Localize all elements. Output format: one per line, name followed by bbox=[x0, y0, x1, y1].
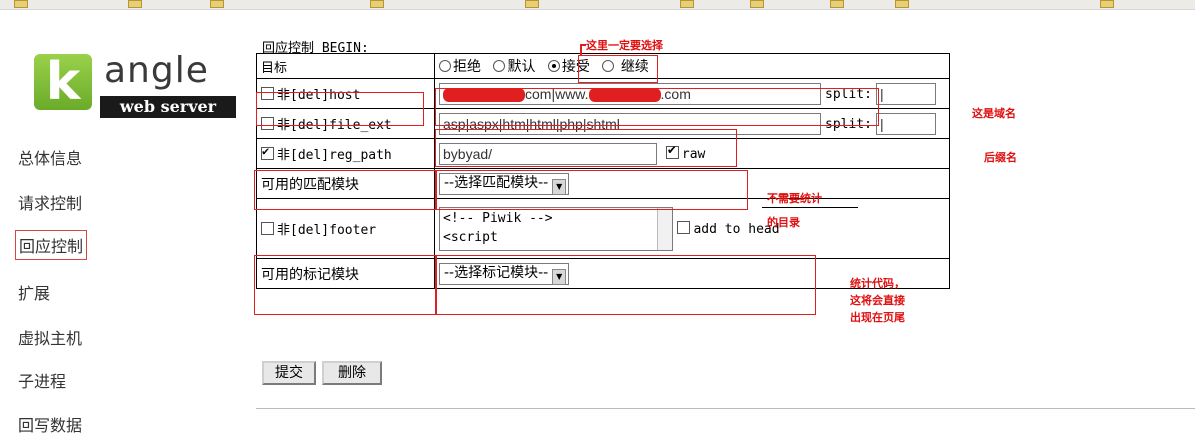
footer-checkbox[interactable] bbox=[261, 222, 274, 235]
delete-button[interactable]: 删除 bbox=[322, 361, 382, 385]
annotation-no-stats-1: 不需要统计 bbox=[767, 192, 822, 205]
toolbar-icon[interactable] bbox=[895, 0, 909, 8]
sidebar-item-writeback[interactable]: 回写数据 bbox=[18, 412, 82, 436]
footer-text-line1: <!-- Piwik --> bbox=[443, 210, 553, 226]
toolbar-icon[interactable] bbox=[1100, 0, 1114, 8]
sidebar-item-virtual-host[interactable]: 虚拟主机 bbox=[18, 325, 82, 349]
sidebar-item-request-control[interactable]: 请求控制 bbox=[18, 190, 82, 214]
host-split-input[interactable]: | bbox=[875, 82, 936, 105]
radio-default[interactable]: 默认 bbox=[493, 59, 535, 75]
sidebar-item-subprocess[interactable]: 子进程 bbox=[18, 368, 66, 392]
annotation-suffix: 后缀名 bbox=[984, 151, 1017, 164]
radio-icon[interactable] bbox=[493, 60, 506, 72]
annotation-code-2: 这将会直接 bbox=[850, 294, 905, 307]
radio-selected-icon[interactable] bbox=[547, 60, 560, 72]
toolbar-icon[interactable] bbox=[830, 0, 844, 8]
annotation-box-reg-path-input bbox=[436, 170, 748, 210]
add-to-head-checkbox[interactable] bbox=[677, 220, 691, 234]
sidebar-item-extension[interactable]: 扩展 bbox=[18, 280, 50, 304]
sidebar-item-overview[interactable]: 总体信息 bbox=[18, 145, 82, 169]
toolbar-icon[interactable] bbox=[750, 0, 764, 8]
target-label: 目标 bbox=[256, 53, 435, 79]
annotation-no-stats-2: 的目录 bbox=[767, 216, 800, 229]
file-ext-split-input[interactable]: | bbox=[875, 112, 936, 135]
submit-button[interactable]: 提交 bbox=[262, 361, 316, 385]
annotation-code-1: 统计代码， bbox=[850, 277, 905, 290]
annotation-box-accept bbox=[578, 55, 658, 83]
annotation-box-footer-input bbox=[436, 255, 816, 315]
logo-subtitle: web server bbox=[100, 96, 236, 118]
toolbar-icon[interactable] bbox=[680, 0, 694, 8]
footer-label: 非[del]footer bbox=[277, 223, 377, 238]
toolbar-icon[interactable] bbox=[370, 0, 384, 8]
logo-mark: k bbox=[34, 52, 92, 112]
annotation-box-host-label bbox=[256, 92, 424, 126]
radio-deny[interactable]: 拒绝 bbox=[439, 59, 481, 75]
logo-brand: angle bbox=[104, 50, 209, 91]
top-toolbar bbox=[0, 0, 1195, 10]
annotation-box-reg-path-label bbox=[254, 170, 436, 210]
radio-default-label: 默认 bbox=[507, 59, 536, 75]
reg-path-label-cell: 非[del]reg_path bbox=[256, 138, 435, 169]
logo-mark-letter: k bbox=[45, 52, 81, 112]
radio-icon[interactable] bbox=[439, 60, 451, 72]
footer-text-line2: <script bbox=[443, 229, 498, 245]
kangle-logo: k angle web server bbox=[14, 40, 236, 122]
annotation-box-footer-label bbox=[254, 255, 436, 315]
annotation-box-file-ext bbox=[435, 129, 737, 167]
toolbar-icon[interactable] bbox=[525, 0, 539, 8]
target-options: 拒绝 默认 接受 继续 bbox=[434, 53, 950, 79]
toolbar-icon[interactable] bbox=[128, 0, 142, 8]
footer-textarea[interactable]: <!-- Piwik --> <script bbox=[439, 206, 673, 251]
annotation-code-3: 出现在页尾 bbox=[850, 311, 905, 324]
annotation-domain: 这是域名 bbox=[972, 107, 1016, 120]
radio-deny-label: 拒绝 bbox=[453, 59, 481, 75]
annotation-underline bbox=[762, 207, 858, 208]
divider bbox=[256, 408, 1195, 409]
sidebar-item-response-control[interactable]: 回应控制 bbox=[15, 230, 88, 260]
toolbar-icon[interactable] bbox=[210, 0, 224, 8]
textarea-scrollbar[interactable] bbox=[657, 207, 672, 250]
reg-path-label: 非[del]reg_path bbox=[277, 148, 392, 163]
annotation-must-choose: 这里一定要选择 bbox=[586, 39, 663, 52]
reg-path-checkbox[interactable] bbox=[261, 144, 274, 160]
toolbar-icon[interactable] bbox=[14, 0, 28, 8]
annotation-box-host-input bbox=[435, 88, 879, 126]
